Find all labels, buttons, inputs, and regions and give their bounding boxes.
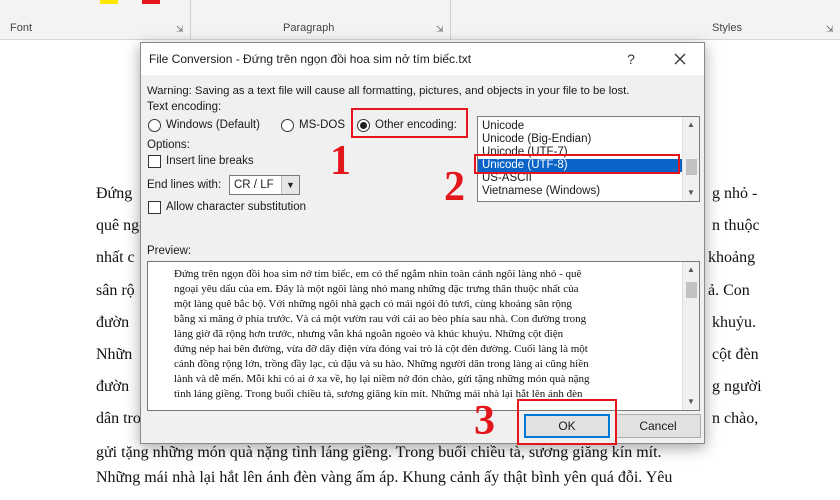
close-icon: [674, 53, 686, 65]
utf8-highlight: [474, 154, 680, 174]
scroll-thumb[interactable]: [686, 282, 697, 298]
chevron-down-icon[interactable]: ▼: [281, 176, 299, 194]
preview-pane[interactable]: Đứng trên ngọn đồi hoa sim nở tím biếc, …: [147, 261, 700, 411]
options-label: Options:: [147, 139, 190, 151]
other-encoding-highlight: [351, 108, 468, 138]
doc-line: dân tro: [96, 410, 141, 427]
preview-label: Preview:: [147, 245, 192, 257]
doc-line-end: g người: [712, 378, 762, 395]
preview-line: bằng xi măng ở phía trước. Và cả một vườ…: [174, 313, 587, 325]
preview-line: Đứng trên ngọn đồi hoa sim nở tím biếc, …: [174, 268, 582, 280]
windows-default-label[interactable]: Windows (Default): [166, 119, 260, 131]
styles-dialog-launcher-icon[interactable]: ⇲: [826, 24, 834, 35]
step-3-number: 3: [474, 398, 495, 444]
font-color-swatch[interactable]: [142, 0, 160, 4]
list-item[interactable]: Vietnamese (Windows): [478, 185, 682, 198]
allow-substitution-checkbox[interactable]: [148, 201, 161, 214]
step-2-number: 2: [444, 164, 465, 210]
warning-text: Warning: Saving as a text file will caus…: [147, 85, 630, 97]
preview-line: đứng nép hai bên đường, vừa đỡ dây điện …: [174, 343, 588, 355]
font-group-label: Font: [10, 22, 33, 34]
ok-button-highlight: [517, 399, 617, 445]
preview-text: Đứng trên ngọn đồi hoa sim nở tím biếc, …: [174, 267, 674, 402]
doc-line: đườn: [96, 314, 130, 331]
scroll-down-icon[interactable]: ▼: [683, 186, 699, 200]
styles-group-label: Styles: [712, 22, 742, 34]
preview-line: một làng quê bắc bộ. Với những ngôi nhà …: [174, 298, 572, 310]
end-lines-value: CR / LF: [234, 179, 274, 191]
doc-line: Đứng: [96, 185, 133, 202]
doc-line: đườn: [96, 378, 130, 395]
highlight-color-swatch[interactable]: [100, 0, 118, 4]
close-button[interactable]: [669, 48, 691, 70]
scroll-up-icon[interactable]: ▲: [683, 263, 699, 277]
end-lines-label: End lines with:: [147, 179, 222, 191]
ms-dos-label[interactable]: MS-DOS: [299, 119, 345, 131]
preview-line: cánh đồng rộng lớn, trồng đầy lạc, củ đậ…: [174, 358, 589, 370]
preview-line: ngoại yêu dấu của em. Đây là một ngôi là…: [174, 283, 579, 295]
doc-line-end: khuỷu.: [712, 314, 756, 331]
preview-line: làng giờ đã rộng hơn trước, nhưng vẫn kh…: [174, 328, 564, 340]
preview-line: lành và dễ mến. Mỗi khi có ai ở xa về, h…: [174, 373, 590, 385]
doc-line-end: khoảng: [708, 249, 756, 266]
scroll-down-icon[interactable]: ▼: [683, 395, 699, 409]
dialog-titlebar[interactable]: File Conversion - Đứng trên ngọn đồi hoa…: [141, 43, 704, 75]
doc-line: gửi tặng những món quà nặng tình láng gi…: [96, 444, 662, 461]
doc-line-end: ả. Con: [708, 282, 750, 299]
text-encoding-label: Text encoding:: [147, 101, 222, 113]
doc-line: nhất c: [96, 249, 135, 266]
doc-line: Nhữn: [96, 346, 133, 363]
scroll-up-icon[interactable]: ▲: [683, 118, 699, 132]
list-item[interactable]: Unicode: [478, 120, 682, 133]
preview-scrollbar[interactable]: ▲ ▼: [682, 262, 699, 410]
end-lines-select[interactable]: CR / LF ▼: [229, 175, 300, 195]
paragraph-group-label: Paragraph: [283, 22, 335, 34]
allow-substitution-label[interactable]: Allow character substitution: [166, 201, 306, 213]
file-conversion-dialog: File Conversion - Đứng trên ngọn đồi hoa…: [140, 42, 705, 444]
doc-line-end: n chào,: [712, 410, 759, 427]
scroll-thumb[interactable]: [686, 159, 697, 175]
list-item[interactable]: Unicode (Big-Endian): [478, 133, 682, 146]
font-dialog-launcher-icon[interactable]: ⇲: [176, 24, 184, 35]
ms-dos-radio[interactable]: [281, 119, 294, 132]
dialog-title: File Conversion - Đứng trên ngọn đồi hoa…: [149, 52, 472, 66]
step-1-number: 1: [330, 138, 351, 184]
doc-line: sân rộ: [96, 282, 135, 299]
doc-line-end: n thuộc: [712, 217, 760, 234]
cancel-button[interactable]: Cancel: [615, 414, 701, 438]
encoding-scrollbar[interactable]: ▲ ▼: [682, 117, 699, 201]
doc-line-end: g nhỏ -: [712, 185, 758, 202]
doc-line-end: cột đèn: [712, 346, 759, 363]
ribbon: Font ⇲ Paragraph ⇲ Styles ⇲: [0, 0, 840, 40]
paragraph-dialog-launcher-icon[interactable]: ⇲: [436, 24, 444, 35]
insert-line-breaks-label[interactable]: Insert line breaks: [166, 155, 254, 167]
help-button[interactable]: ?: [620, 48, 642, 70]
insert-line-breaks-checkbox[interactable]: [148, 155, 161, 168]
windows-default-radio[interactable]: [148, 119, 161, 132]
doc-line: Những mái nhà lại hắt lên ánh đèn vàng ấ…: [96, 469, 673, 486]
